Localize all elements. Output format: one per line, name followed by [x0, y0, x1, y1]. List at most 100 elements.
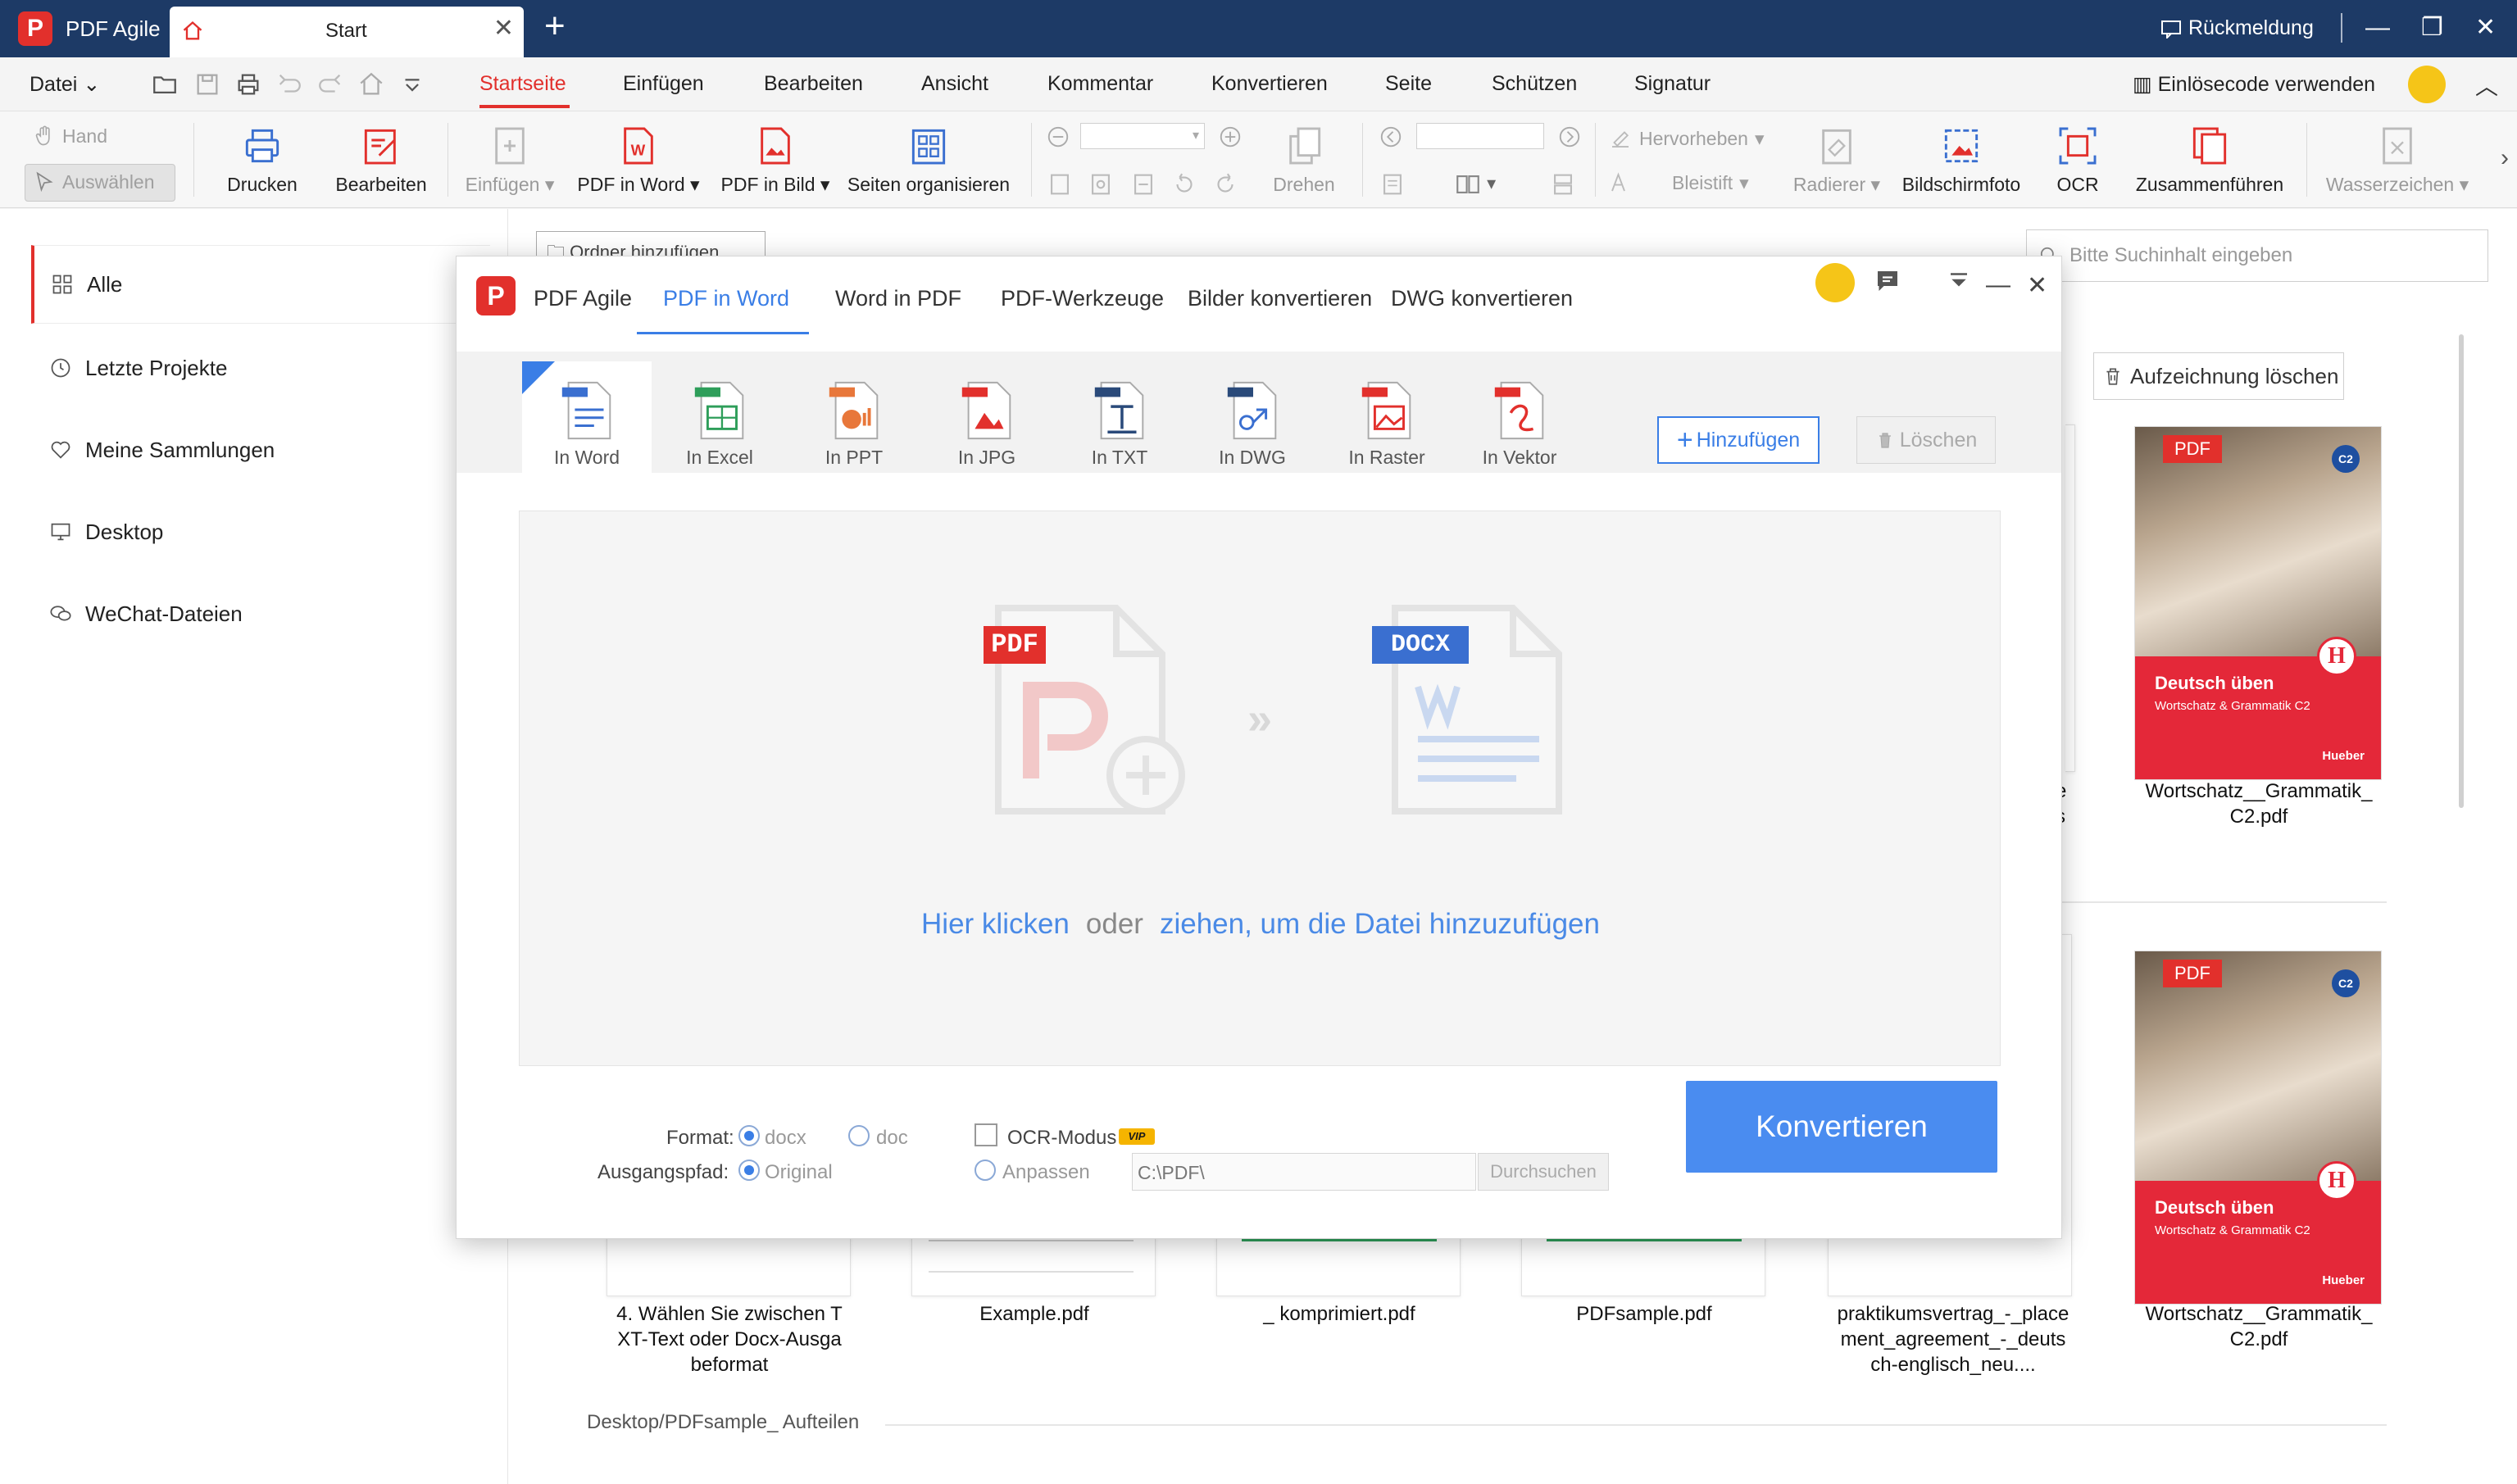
- ribbon-scroll-right-icon[interactable]: ›: [2501, 144, 2509, 172]
- menu-schuetzen[interactable]: Schützen: [1492, 72, 1577, 96]
- format-in-excel[interactable]: In Excel: [655, 361, 784, 476]
- tab-pdf-werkzeuge[interactable]: PDF-Werkzeuge: [1001, 286, 1164, 311]
- menu-signatur[interactable]: Signatur: [1634, 72, 1711, 96]
- previous-page-icon[interactable]: [1379, 125, 1403, 149]
- zoom-out-icon[interactable]: [1046, 125, 1070, 149]
- user-avatar[interactable]: [2408, 66, 2446, 103]
- feedback-button[interactable]: Rückmeldung: [2160, 16, 2314, 40]
- new-tab-icon[interactable]: +: [544, 8, 566, 44]
- output-path-input[interactable]: C:\PDF\: [1132, 1153, 1476, 1191]
- tab-start[interactable]: Start ✕: [170, 7, 524, 57]
- file-name[interactable]: PDFsample.pdf: [1513, 1301, 1775, 1327]
- message-icon[interactable]: [1873, 266, 1902, 296]
- restore-icon[interactable]: ❐: [2421, 11, 2443, 44]
- sidebar-item-meine-sammlungen[interactable]: Meine Sammlungen: [33, 411, 492, 489]
- search-input[interactable]: Bitte Suchinhalt eingeben: [2026, 229, 2488, 282]
- output-custom-radio[interactable]: [975, 1160, 996, 1181]
- tab-bilder-konvertieren[interactable]: Bilder konvertieren: [1188, 286, 1372, 311]
- tab-dwg-konvertieren[interactable]: DWG konvertieren: [1391, 286, 1573, 311]
- page-layout-dropdown[interactable]: ▾: [1454, 170, 1496, 198]
- format-in-jpg[interactable]: In JPG: [922, 361, 1052, 476]
- sidebar-item-desktop[interactable]: Desktop: [33, 492, 492, 571]
- tab-word-in-pdf[interactable]: Word in PDF: [835, 286, 961, 311]
- format-doc-radio[interactable]: [848, 1125, 870, 1146]
- edit-button[interactable]: Bearbeiten: [328, 123, 434, 196]
- print-button[interactable]: Drucken: [221, 123, 303, 196]
- eraser-button[interactable]: Radierer ▾: [1792, 123, 1882, 196]
- merge-button[interactable]: Zusammenführen: [2128, 123, 2292, 196]
- ocr-mode-checkbox[interactable]: [975, 1123, 997, 1146]
- sidebar-item-alle[interactable]: Alle: [31, 245, 490, 324]
- ocr-button[interactable]: OCR: [2049, 123, 2106, 196]
- format-in-vektor[interactable]: In Vektor: [1455, 361, 1584, 476]
- file-name[interactable]: Wortschatz__Grammatik_ C2.pdf: [2111, 778, 2406, 829]
- minimize-dialog-icon[interactable]: —: [1986, 271, 2010, 299]
- pdf-to-word-button[interactable]: W PDF in Word ▾: [577, 123, 700, 196]
- menu-startseite[interactable]: Startseite: [479, 72, 566, 96]
- format-docx-radio[interactable]: [738, 1125, 760, 1146]
- close-dialog-icon[interactable]: ✕: [2027, 271, 2047, 300]
- pdf-to-image-button[interactable]: PDF in Bild ▾: [718, 123, 833, 196]
- sidebar-item-wechat-dateien[interactable]: WeChat-Dateien: [33, 574, 492, 653]
- zoom-in-icon[interactable]: [1218, 125, 1243, 149]
- single-page-icon[interactable]: [1379, 170, 1406, 198]
- next-page-icon[interactable]: [1557, 125, 1582, 149]
- format-in-word[interactable]: In Word: [522, 361, 652, 476]
- home-nav-icon[interactable]: [357, 70, 385, 98]
- tab-pdf-in-word[interactable]: PDF in Word: [663, 286, 789, 311]
- file-thumbnail[interactable]: PDF C2 H Deutsch üben Wortschatz & Gramm…: [2134, 951, 2382, 1305]
- actual-size-icon[interactable]: [1087, 170, 1115, 198]
- click-here-link[interactable]: Hier klicken: [921, 908, 1070, 940]
- menu-einfuegen[interactable]: Einfügen: [623, 72, 704, 96]
- redo-icon[interactable]: [316, 70, 344, 98]
- hand-tool[interactable]: Hand: [33, 125, 107, 147]
- save-icon[interactable]: [193, 70, 221, 98]
- file-name[interactable]: 4. Wählen Sie zwischen T XT-Text oder Do…: [598, 1301, 861, 1377]
- scrollbar[interactable]: [2459, 334, 2464, 808]
- fit-width-icon[interactable]: [1129, 170, 1157, 198]
- format-in-txt[interactable]: In TXT: [1055, 361, 1184, 476]
- menu-dropdown-icon[interactable]: [1947, 268, 1971, 293]
- highlight-tool[interactable]: Hervorheben ▾: [1608, 126, 1765, 151]
- rotate-left-icon[interactable]: [1170, 170, 1198, 198]
- file-thumbnail[interactable]: PDF C2 H Deutsch üben Wortschatz & Gramm…: [2134, 426, 2382, 780]
- file-name[interactable]: _ komprimiert.pdf: [1208, 1301, 1470, 1327]
- browse-button[interactable]: Durchsuchen: [1478, 1153, 1609, 1191]
- rotate-button[interactable]: Drehen: [1267, 123, 1341, 196]
- minimize-icon[interactable]: —: [2365, 11, 2390, 44]
- customize-toolbar-icon[interactable]: [398, 70, 426, 98]
- menu-seite[interactable]: Seite: [1385, 72, 1432, 96]
- fit-page-icon[interactable]: [1046, 170, 1074, 198]
- menu-konvertieren[interactable]: Konvertieren: [1211, 72, 1328, 96]
- output-original-radio[interactable]: [738, 1160, 760, 1181]
- undo-icon[interactable]: [275, 70, 303, 98]
- insert-button[interactable]: Einfügen ▾: [461, 123, 559, 196]
- menu-bearbeiten[interactable]: Bearbeiten: [764, 72, 863, 96]
- screenshot-button[interactable]: Bildschirmfoto: [1892, 123, 2031, 196]
- delete-file-button[interactable]: Löschen: [1856, 416, 1996, 464]
- menu-ansicht[interactable]: Ansicht: [921, 72, 988, 96]
- watermark-button[interactable]: Wasserzeichen ▾: [2319, 123, 2475, 196]
- close-tab-icon[interactable]: ✕: [493, 16, 514, 41]
- file-name[interactable]: praktikumsvertrag_-_place ment_agreement…: [1818, 1301, 2088, 1377]
- clear-record-button[interactable]: Aufzeichnung löschen: [2093, 352, 2344, 400]
- drag-text-link[interactable]: ziehen, um die Datei hinzuzufügen: [1160, 908, 1600, 940]
- open-folder-icon[interactable]: [151, 70, 179, 98]
- scroll-mode-icon[interactable]: [1549, 170, 1577, 198]
- organize-pages-button[interactable]: Seiten organisieren: [843, 123, 1015, 196]
- close-window-icon[interactable]: ✕: [2475, 11, 2496, 44]
- add-file-button[interactable]: + Hinzufügen: [1657, 416, 1820, 464]
- page-number-input[interactable]: [1416, 123, 1544, 149]
- file-drop-zone[interactable]: PDF » DOCX Hier klicken oder ziehen, um di…: [519, 511, 2001, 1066]
- print-icon[interactable]: [234, 70, 262, 98]
- rotate-right-icon[interactable]: [1211, 170, 1239, 198]
- menu-kommentar[interactable]: Kommentar: [1047, 72, 1153, 96]
- redeem-code-button[interactable]: ▥ Einlösecode verwenden: [2133, 72, 2375, 97]
- format-in-raster[interactable]: In Raster: [1322, 361, 1452, 476]
- file-menu[interactable]: Datei ⌄: [30, 72, 100, 97]
- zoom-select[interactable]: ▾: [1080, 123, 1205, 149]
- convert-button[interactable]: Konvertieren: [1686, 1081, 1997, 1173]
- pencil-tool[interactable]: Bleistift ▾: [1608, 170, 1749, 195]
- user-avatar[interactable]: [1815, 263, 1855, 302]
- sidebar-item-letzte-projekte[interactable]: Letzte Projekte: [33, 329, 492, 407]
